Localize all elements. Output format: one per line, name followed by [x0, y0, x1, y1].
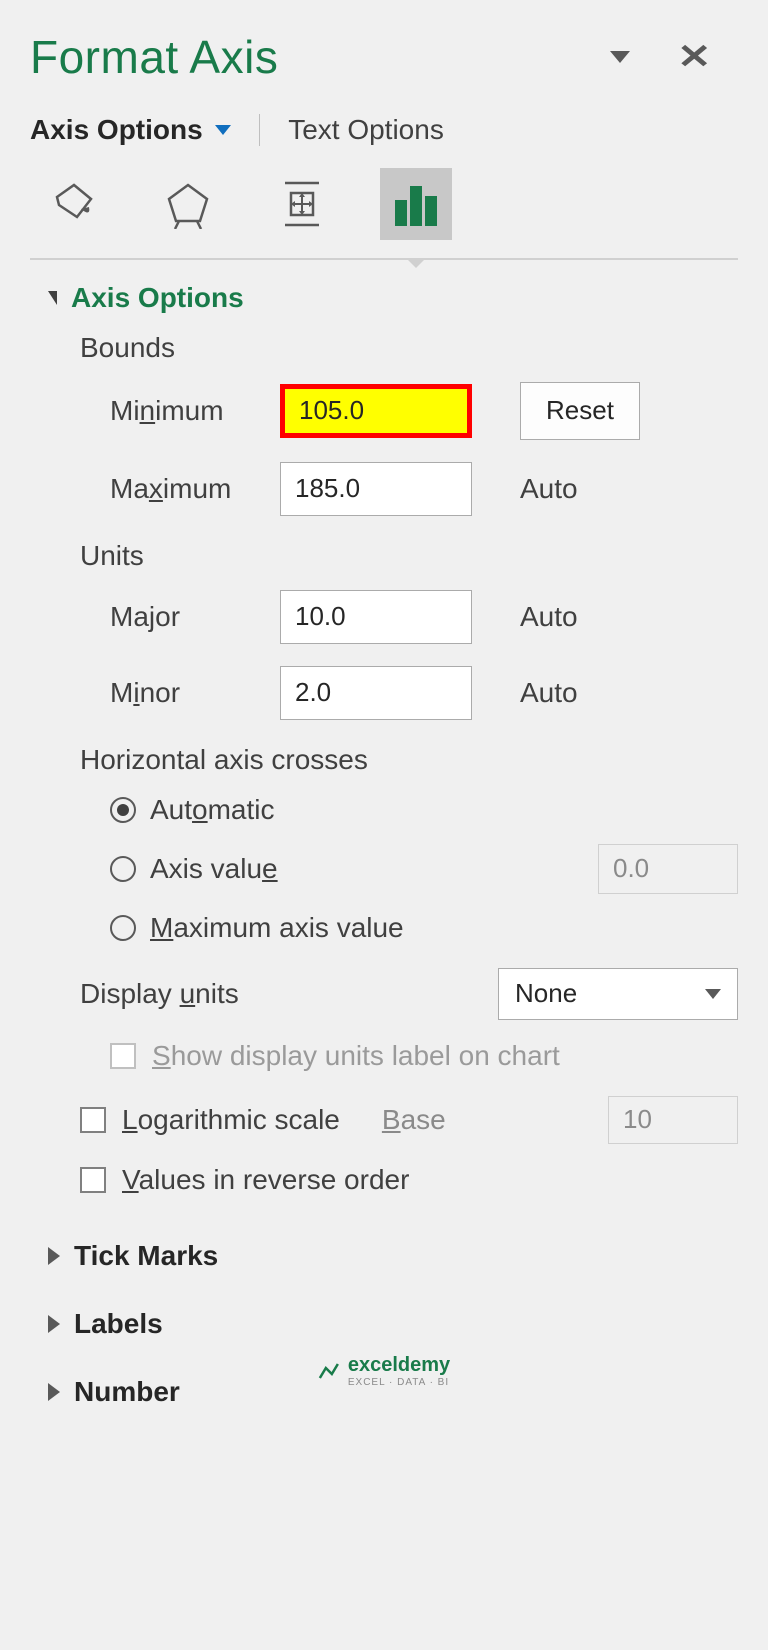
checkbox-reverse-order[interactable] — [80, 1167, 106, 1193]
watermark-brand: exceldemy — [348, 1354, 450, 1377]
section-title: Labels — [74, 1308, 163, 1340]
size-icon — [277, 177, 327, 231]
major-auto-label: Auto — [520, 601, 578, 633]
close-icon[interactable]: ✕ — [677, 40, 711, 74]
expand-icon — [48, 1315, 60, 1333]
maximum-label: Maximum — [80, 473, 260, 505]
section-tick-marks-header[interactable]: Tick Marks — [30, 1240, 738, 1272]
minor-label: Minor — [80, 677, 260, 709]
checkbox-show-display-units-label — [110, 1043, 136, 1069]
major-label: Major — [80, 601, 260, 633]
display-units-label: Display units — [80, 978, 239, 1010]
section-title: Tick Marks — [74, 1240, 218, 1272]
expand-icon — [48, 1247, 60, 1265]
tab-text-options[interactable]: Text Options — [288, 114, 444, 146]
maximum-input[interactable] — [280, 462, 472, 516]
pane-options-caret-icon[interactable] — [610, 51, 630, 63]
pentagon-icon — [163, 179, 213, 229]
size-properties-icon-tab[interactable] — [266, 168, 338, 240]
bounds-label: Bounds — [80, 332, 738, 364]
minor-input[interactable] — [280, 666, 472, 720]
base-input — [608, 1096, 738, 1144]
section-title: Axis Options — [71, 282, 244, 314]
show-display-units-label-text: Show display units label on chart — [152, 1040, 560, 1072]
paint-bucket-icon — [49, 179, 99, 229]
effects-icon-tab[interactable] — [152, 168, 224, 240]
radio-max-value-label: Maximum axis value — [150, 912, 404, 944]
minor-auto-label: Auto — [520, 677, 578, 709]
base-label: Base — [382, 1104, 446, 1136]
crosses-label: Horizontal axis crosses — [80, 744, 738, 776]
bar-chart-icon — [391, 182, 441, 226]
watermark-tagline: EXCEL · DATA · BI — [348, 1377, 450, 1388]
radio-axis-value[interactable] — [110, 856, 136, 882]
section-axis-options-header[interactable]: Axis Options — [30, 282, 738, 314]
section-labels-header[interactable]: Labels — [30, 1308, 738, 1340]
radio-automatic-label: Automatic — [150, 794, 275, 826]
expand-icon — [48, 1383, 60, 1401]
chevron-down-icon — [215, 125, 231, 135]
reverse-order-label: Values in reverse order — [122, 1164, 409, 1196]
fill-line-icon-tab[interactable] — [38, 168, 110, 240]
axis-options-icon-tab[interactable] — [380, 168, 452, 240]
section-title: Number — [74, 1376, 180, 1408]
maximum-auto-label: Auto — [520, 473, 578, 505]
minimum-input[interactable] — [280, 384, 472, 438]
display-units-value: None — [515, 978, 577, 1009]
minimum-label: Minimum — [80, 395, 260, 427]
tab-label: Text Options — [288, 114, 444, 146]
tab-label: Axis Options — [30, 114, 203, 146]
reset-button[interactable]: Reset — [520, 382, 640, 440]
radio-axis-value-label: Axis value — [150, 853, 278, 885]
axis-value-input — [598, 844, 738, 894]
watermark-icon — [318, 1360, 340, 1382]
collapse-icon — [48, 291, 57, 305]
tab-axis-options[interactable]: Axis Options — [30, 114, 231, 146]
pane-title: Format Axis — [30, 30, 278, 84]
log-scale-label: Logarithmic scale — [122, 1104, 340, 1136]
tab-separator — [259, 114, 261, 146]
display-units-select[interactable]: None — [498, 968, 738, 1020]
radio-max-axis-value[interactable] — [110, 915, 136, 941]
checkbox-log-scale[interactable] — [80, 1107, 106, 1133]
divider — [30, 258, 738, 260]
radio-automatic[interactable] — [110, 797, 136, 823]
watermark: exceldemy EXCEL · DATA · BI — [318, 1354, 450, 1388]
chevron-down-icon — [705, 989, 721, 999]
units-label: Units — [80, 540, 738, 572]
major-input[interactable] — [280, 590, 472, 644]
